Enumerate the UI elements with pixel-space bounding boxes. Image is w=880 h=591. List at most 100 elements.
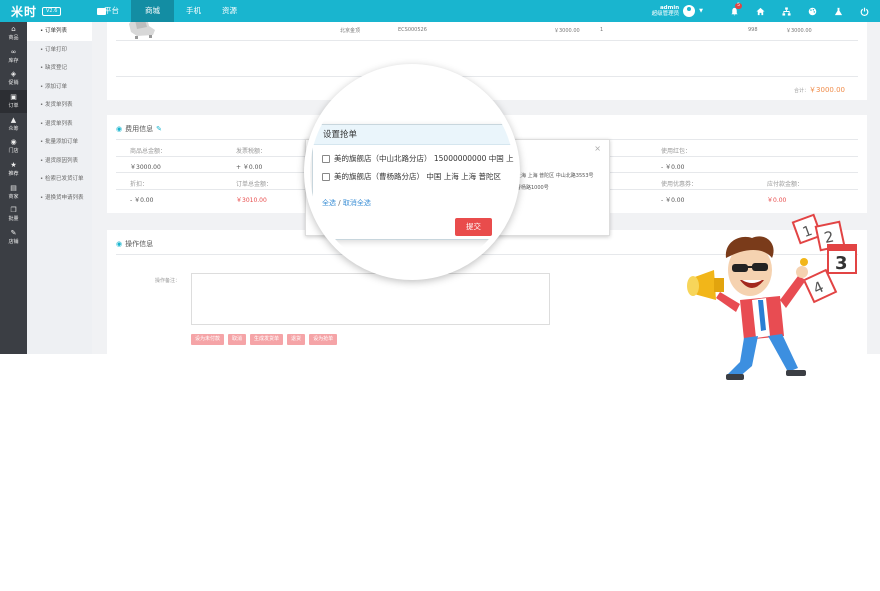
close-icon[interactable]: × — [594, 144, 601, 153]
dialog-address-line: 上海 上海 普陀区 中山北路3553号 — [516, 173, 594, 179]
logo[interactable]: 米时 V2.6 — [0, 0, 92, 22]
sidebar-item-orders[interactable]: ▣ 订单 — [0, 90, 27, 113]
topnav-item-platform[interactable]: 平台 — [95, 0, 128, 22]
sitemap-icon[interactable] — [773, 0, 799, 22]
topnav-item-mobile[interactable]: 手机 — [177, 0, 210, 22]
fee-label: 折扣： — [130, 181, 149, 188]
link-separator: / — [338, 199, 341, 207]
submenu-item-shortage[interactable]: • 缺货登记 — [27, 59, 92, 78]
submenu: • 订单列表 • 订单打印 • 缺货登记 • 添加订单 • 发货单列表 • 退货… — [27, 22, 92, 354]
magnifier: 设置抢单 美的旗舰店（中山北路分店） 15000000000 中国 上 美的旗舰… — [304, 64, 520, 280]
flask-icon[interactable] — [825, 0, 851, 22]
user-info[interactable]: admin 超级管理员 — [652, 5, 680, 17]
tag-icon: ◈ — [10, 70, 17, 79]
fee-label: 订单总金额： — [236, 181, 273, 188]
bell-icon[interactable]: 5 — [721, 0, 747, 22]
palette-icon[interactable] — [799, 0, 825, 22]
fee-value: ￥3000.00 — [130, 164, 161, 171]
section-dot-icon: ◉ — [116, 125, 123, 133]
submenu-item-return-list[interactable]: • 退货单列表 — [27, 115, 92, 134]
section-title-fee: ◉ 费用信息 ✎ — [116, 124, 162, 134]
power-icon[interactable] — [851, 0, 877, 22]
topnav-item-mall[interactable]: 商城 — [131, 0, 174, 22]
sidebar-item-label: 门店 — [8, 148, 19, 155]
sidebar-item-crowdfunding[interactable]: ▲ 众筹 — [0, 113, 27, 136]
deselect-all-link[interactable]: 取消全选 — [343, 199, 371, 207]
submenu-label: 添加订单 — [45, 83, 68, 90]
total-label: 合计： — [794, 88, 810, 94]
fee-label: 使用优惠券： — [661, 181, 698, 188]
sidebar-item-merchants[interactable]: ▤ 商家 — [0, 181, 27, 204]
submenu-label: 批量添加订单 — [45, 139, 79, 145]
store-option[interactable]: 美的旗舰店（曹杨路分店） 中国 上海 上海 普陀区 — [322, 171, 501, 182]
sidebar-item-label: 促销 — [8, 80, 19, 87]
submenu-item-exchange-requests[interactable]: • 退换货申请列表 — [27, 189, 92, 208]
divider — [116, 40, 858, 41]
topnav-item-resources[interactable]: 资源 — [213, 0, 246, 22]
store-icon: ▤ — [10, 183, 17, 192]
product-image — [129, 22, 155, 39]
home-icon: ⌂ — [11, 24, 16, 33]
note-label: 操作备注： — [155, 278, 181, 284]
submenu-item-add-order[interactable]: • 添加订单 — [27, 78, 92, 97]
home-icon[interactable] — [747, 0, 773, 22]
fee-value: + ￥0.00 — [236, 164, 263, 171]
sidebar-item-recommend[interactable]: ★ 推荐 — [0, 158, 27, 181]
cartoon-illustration: 1 2 3 4 — [687, 213, 857, 380]
select-links: 全选 / 取消全选 — [322, 198, 371, 208]
sidebar-item-label: 推荐 — [8, 170, 19, 177]
product-price: ￥3000.00 — [554, 28, 580, 34]
submenu-item-order-print[interactable]: • 订单打印 — [27, 41, 92, 60]
triangle-icon: ▲ — [10, 115, 17, 124]
product-qty: 1 — [600, 27, 604, 33]
avatar[interactable] — [683, 5, 696, 17]
star-icon: ★ — [10, 160, 17, 169]
chevron-down-icon[interactable]: ▼ — [699, 8, 703, 14]
sidebar-item-goods[interactable]: ⌂ 商品 — [0, 22, 27, 45]
notification-badge: 5 — [735, 3, 742, 9]
submenu-item-order-list[interactable]: • 订单列表 — [27, 22, 92, 41]
fee-label: 发票税额： — [236, 148, 267, 155]
set-grab-order-button[interactable]: 设为抢单 — [309, 334, 338, 345]
sidebar-item-stock[interactable]: ∞ 库存 — [0, 45, 27, 68]
product-brand: 北京金顶 — [340, 28, 361, 34]
sidebar-item-promotion[interactable]: ◈ 促销 — [0, 67, 27, 90]
sidebar-item-shop[interactable]: ✎ 店铺 — [0, 226, 27, 249]
edit-icon[interactable]: ✎ — [156, 125, 162, 133]
select-all-link[interactable]: 全选 — [322, 199, 336, 207]
calendar-card-icon: 3 — [827, 244, 857, 274]
set-unpaid-button[interactable]: 设为未付款 — [191, 334, 225, 345]
user-role: 超级管理员 — [651, 11, 680, 17]
section-title-operation: ◉ 操作信息 — [116, 239, 153, 249]
top-right-tools: admin 超级管理员 ▼ 5 — [652, 0, 880, 22]
fee-title: 费用信息 — [125, 125, 154, 133]
submenu-label: 发货单列表 — [45, 102, 73, 108]
submenu-label: 退货原因列表 — [45, 157, 79, 164]
note-textarea[interactable] — [191, 273, 550, 325]
store-option[interactable]: 美的旗舰店（中山北路分店） 15000000000 中国 上 — [322, 153, 514, 164]
section-dot-icon: ◉ — [116, 240, 123, 248]
sidebar-item-label: 批量 — [8, 216, 19, 223]
submenu-item-delivery-list[interactable]: • 发货单列表 — [27, 96, 92, 115]
submenu-item-return-reasons[interactable]: • 退货原因列表 — [27, 152, 92, 171]
fee-value: - ￥0.00 — [130, 197, 154, 204]
submenu-item-search-shipped[interactable]: • 检索已发货订单 — [27, 170, 92, 189]
submenu-item-batch-add[interactable]: • 批量添加订单 — [27, 133, 92, 152]
magnifier-content: 设置抢单 美的旗舰店（中山北路分店） 15000000000 中国 上 美的旗舰… — [310, 70, 514, 274]
sidebar-item-batch[interactable]: ❐ 批量 — [0, 204, 27, 227]
sidebar-item-label: 商家 — [8, 193, 19, 200]
product-subtotal: ￥3000.00 — [786, 28, 812, 34]
dialog-address-line: 曹杨路1000号 — [516, 185, 549, 191]
fee-label: 使用红包： — [661, 148, 692, 155]
logo-text: 米时 — [11, 4, 38, 19]
submit-button[interactable]: 提交 — [455, 218, 492, 236]
checkbox[interactable] — [322, 172, 330, 181]
sidebar-item-label: 店铺 — [8, 239, 19, 246]
generate-delivery-button[interactable]: 生成发货单 — [250, 334, 284, 345]
cancel-button[interactable]: 取消 — [228, 334, 247, 345]
product-stock: 998 — [748, 27, 758, 33]
order-total: 合计：￥3000.00 — [794, 85, 845, 95]
return-button[interactable]: 退货 — [287, 334, 306, 345]
checkbox[interactable] — [322, 154, 330, 163]
sidebar-item-stores[interactable]: ◉ 门店 — [0, 135, 27, 158]
